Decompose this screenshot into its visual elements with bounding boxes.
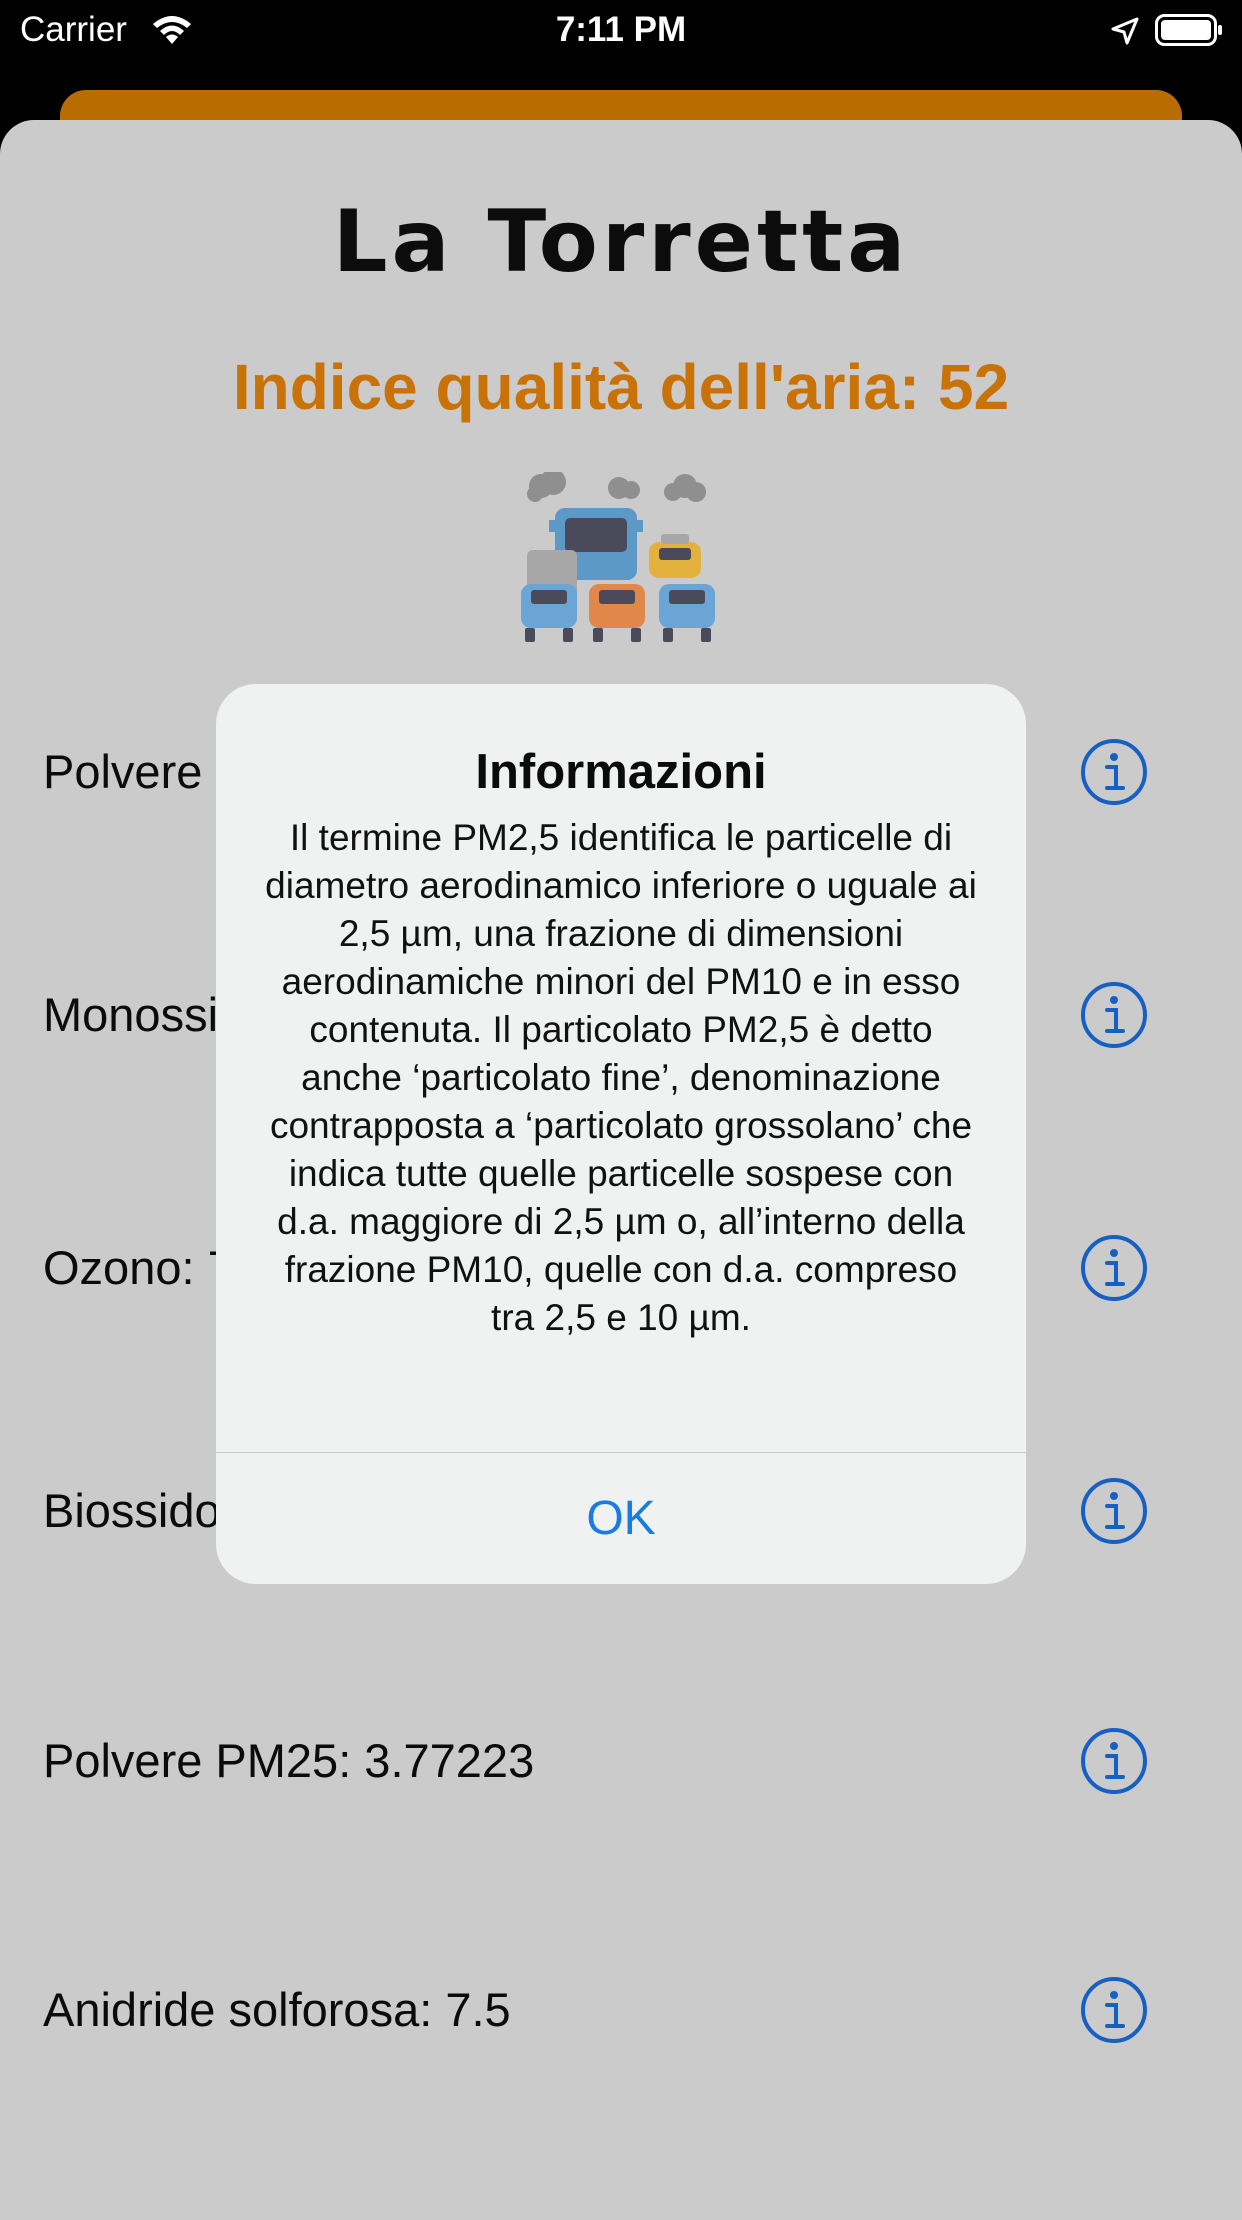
info-alert-dialog: Informazioni Il termine PM2,5 identifica… [216,684,1026,1584]
info-circle-icon[interactable] [1080,981,1148,1049]
location-arrow-icon [1111,17,1139,45]
pollutant-row: Anidride solforosa: 7.5 [0,1970,1242,2050]
ok-button[interactable]: OK [216,1453,1026,1584]
info-circle-icon[interactable] [1080,1234,1148,1302]
pollutant-row: Polvere PM25: 3.77223 [0,1721,1242,1801]
status-time: 7:11 PM [555,10,687,49]
alert-message: Il termine PM2,5 identifica le particell… [265,817,977,1338]
pollutant-label: Anidride solforosa: 7.5 [43,1983,511,2036]
info-circle-icon[interactable] [1080,1727,1148,1795]
page-title: La Torretta [332,192,910,292]
battery-icon [1155,14,1222,46]
info-circle-icon[interactable] [1080,1477,1148,1545]
traffic-pollution-icon [521,472,715,642]
status-bar: Carrier 7:11 PM [0,0,1242,62]
info-circle-icon[interactable] [1080,738,1148,806]
alert-title: Informazioni [475,745,767,799]
air-quality-index: Indice qualità dell'aria: 52 [232,351,1010,423]
info-circle-icon[interactable] [1080,1976,1148,2044]
pollutant-label: Polvere PM25: 3.77223 [43,1734,535,1787]
